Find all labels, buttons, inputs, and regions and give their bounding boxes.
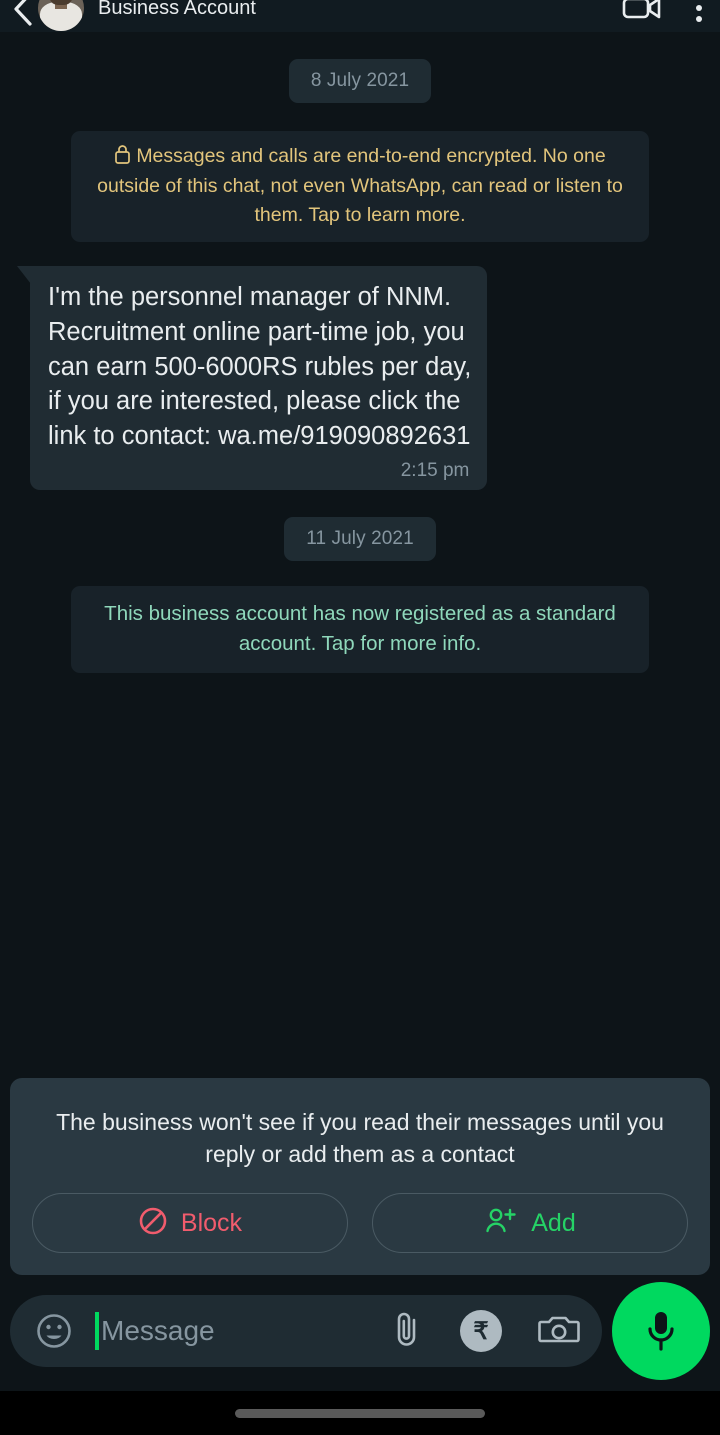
encryption-notice-row: Messages and calls are end-to-end encryp… bbox=[12, 103, 708, 243]
avatar[interactable] bbox=[38, 0, 84, 31]
paperclip-icon[interactable] bbox=[390, 1309, 424, 1354]
chat-spacer bbox=[12, 673, 708, 1078]
add-button[interactable]: Add bbox=[372, 1193, 688, 1253]
chat-message-list: 8 July 2021 Messages and calls are end-t… bbox=[0, 32, 720, 1078]
business-info-panel: The business won't see if you read their… bbox=[10, 1077, 710, 1275]
message-row-incoming: I'm the personnel manager of NNM. Recrui… bbox=[12, 266, 708, 491]
system-notice-row: This business account has now registered… bbox=[12, 561, 708, 674]
message-text: I'm the personnel manager of NNM. Recrui… bbox=[48, 283, 472, 450]
input-actions: ₹ bbox=[390, 1309, 580, 1354]
date-divider-2: 11 July 2021 bbox=[284, 517, 436, 562]
date-divider-1: 8 July 2021 bbox=[288, 59, 432, 103]
block-circle-slash-icon bbox=[138, 1206, 168, 1241]
message-input-container[interactable]: Message ₹ bbox=[10, 1295, 602, 1367]
chat-header: Business Account bbox=[0, 0, 720, 32]
encryption-notice-text: Messages and calls are end-to-end encryp… bbox=[97, 145, 623, 226]
search-input[interactable]: Message bbox=[101, 1315, 380, 1347]
microphone-icon[interactable] bbox=[612, 1282, 710, 1380]
message-input-bar: Message ₹ bbox=[0, 1275, 720, 1391]
block-button[interactable]: Block bbox=[32, 1193, 348, 1253]
date-divider-2-row: 11 July 2021 bbox=[12, 490, 708, 562]
business-info-text: The business won't see if you read their… bbox=[56, 1108, 664, 1168]
whatsapp-chat-screen: Business Account 8 July 2021 Messages an… bbox=[0, 0, 720, 1435]
date-divider-1-row: 8 July 2021 bbox=[12, 32, 708, 103]
add-button-label: Add bbox=[531, 1208, 576, 1237]
lock-icon bbox=[114, 144, 131, 172]
message-timestamp: 2:15 pm bbox=[400, 460, 470, 482]
text-cursor bbox=[95, 1312, 99, 1350]
person-add-icon bbox=[484, 1206, 518, 1241]
rupee-icon[interactable]: ₹ bbox=[460, 1310, 502, 1352]
system-notice[interactable]: This business account has now registered… bbox=[71, 586, 649, 674]
camera-icon[interactable] bbox=[538, 1311, 580, 1352]
page-title: Business Account bbox=[98, 0, 256, 19]
overflow-menu-icon[interactable] bbox=[696, 0, 702, 22]
gesture-handle[interactable] bbox=[235, 1408, 485, 1418]
block-button-label: Block bbox=[180, 1208, 243, 1237]
emoji-smiley-icon[interactable] bbox=[32, 1309, 76, 1353]
message-bubble[interactable]: I'm the personnel manager of NNM. Recrui… bbox=[16, 266, 488, 491]
header-actions bbox=[622, 0, 702, 23]
system-navigation-bar bbox=[0, 1391, 720, 1435]
encryption-notice[interactable]: Messages and calls are end-to-end encryp… bbox=[71, 131, 649, 243]
back-arrow-icon[interactable] bbox=[8, 0, 38, 32]
video-call-icon[interactable] bbox=[622, 0, 662, 23]
business-actions: Block Add bbox=[32, 1193, 688, 1253]
